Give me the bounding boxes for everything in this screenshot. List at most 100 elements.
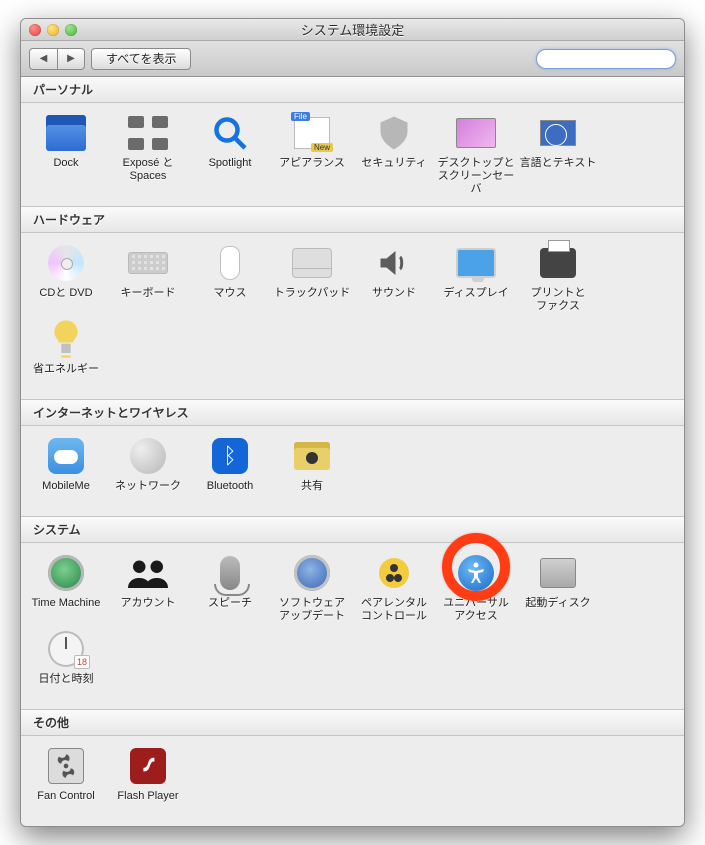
pref-label: Dock <box>25 157 107 183</box>
pref-label: トラックパッド <box>271 287 353 313</box>
keyboard-icon <box>128 243 168 283</box>
dock-icon <box>46 113 86 153</box>
pref-label: スピーチ <box>189 597 271 623</box>
accounts-icon <box>128 553 168 593</box>
desktop-icon <box>456 113 496 153</box>
printer-icon <box>538 243 578 283</box>
pref-label: キーボード <box>107 287 189 313</box>
pref-energy-saver[interactable]: 省エネルギー <box>25 313 107 389</box>
pref-label: セキュリティ <box>353 157 435 183</box>
section-personal-title: パーソナル <box>21 77 684 103</box>
nav-buttons: ◀ ▶ <box>29 48 85 70</box>
pref-mobileme[interactable]: MobileMe <box>25 430 107 506</box>
microphone-icon <box>210 553 250 593</box>
mouse-icon <box>210 243 250 283</box>
section-hardware: CDと DVD キーボード マウス トラックパッド サウンド ディスプレイ プリ… <box>21 233 684 399</box>
security-icon <box>374 113 414 153</box>
pref-desktop-screensaver[interactable]: デスクトップと スクリーンセーバ <box>435 107 517 196</box>
pref-label: Spotlight <box>189 157 271 183</box>
universal-access-icon <box>456 553 496 593</box>
pref-displays[interactable]: ディスプレイ <box>435 237 517 313</box>
mobileme-icon <box>46 436 86 476</box>
pref-label: アピアランス <box>271 157 353 183</box>
system-preferences-window: システム環境設定 ◀ ▶ すべてを表示 パーソナル Dock Exposé と … <box>20 18 685 827</box>
display-icon <box>456 243 496 283</box>
back-button[interactable]: ◀ <box>29 48 57 70</box>
bluetooth-icon: ᛒ <box>210 436 250 476</box>
toolbar: ◀ ▶ すべてを表示 <box>21 41 684 77</box>
pref-dock[interactable]: Dock <box>25 107 107 183</box>
pref-label: Time Machine <box>25 597 107 623</box>
section-system-title: システム <box>21 516 684 543</box>
pref-print-fax[interactable]: プリントと ファクス <box>517 237 599 313</box>
parental-icon <box>374 553 414 593</box>
pref-label: マウス <box>189 287 271 313</box>
search-input[interactable] <box>547 52 685 66</box>
pref-label: 言語とテキスト <box>517 157 599 183</box>
pref-language-text[interactable]: 言語とテキスト <box>517 107 599 183</box>
pref-label: ソフトウェア アップデート <box>271 597 353 623</box>
time-machine-icon <box>46 553 86 593</box>
pref-keyboard[interactable]: キーボード <box>107 237 189 313</box>
pref-label: Bluetooth <box>189 480 271 506</box>
pref-label: Fan Control <box>25 790 107 816</box>
pref-label: 省エネルギー <box>25 363 107 389</box>
window-title: システム環境設定 <box>21 20 684 39</box>
forward-button[interactable]: ▶ <box>57 48 85 70</box>
pref-label: ネットワーク <box>107 480 189 506</box>
pref-flash-player[interactable]: Flash Player <box>107 740 189 816</box>
sound-icon <box>374 243 414 283</box>
fan-icon <box>46 746 86 786</box>
section-system: Time Machine アカウント スピーチ ソフトウェア アップデート ペア… <box>21 543 684 709</box>
pref-label: ディスプレイ <box>435 287 517 313</box>
pref-label: プリントと ファクス <box>517 287 599 313</box>
trackpad-icon <box>292 243 332 283</box>
section-network-title: インターネットとワイヤレス <box>21 399 684 426</box>
pref-label: Flash Player <box>107 790 189 816</box>
pref-label: ユニバーサル アクセス <box>435 597 517 623</box>
cd-dvd-icon <box>46 243 86 283</box>
appearance-icon <box>292 113 332 153</box>
pref-label: CDと DVD <box>25 287 107 313</box>
network-icon <box>128 436 168 476</box>
pref-fan-control[interactable]: Fan Control <box>25 740 107 816</box>
pref-network[interactable]: ネットワーク <box>107 430 189 506</box>
pref-label: ペアレンタル コントロール <box>353 597 435 623</box>
search-field[interactable] <box>536 49 676 69</box>
pref-label: サウンド <box>353 287 435 313</box>
pref-spotlight[interactable]: Spotlight <box>189 107 271 183</box>
pref-expose-spaces[interactable]: Exposé と Spaces <box>107 107 189 183</box>
pref-label: MobileMe <box>25 480 107 506</box>
section-hardware-title: ハードウェア <box>21 206 684 233</box>
expose-icon <box>128 113 168 153</box>
pref-label: 共有 <box>271 480 353 506</box>
section-personal: Dock Exposé と Spaces Spotlight アピアランス セキ… <box>21 103 684 206</box>
section-other: Fan Control Flash Player <box>21 736 684 826</box>
pref-security[interactable]: セキュリティ <box>353 107 435 183</box>
pref-appearance[interactable]: アピアランス <box>271 107 353 183</box>
pref-bluetooth[interactable]: ᛒ Bluetooth <box>189 430 271 506</box>
pref-label: Exposé と Spaces <box>107 157 189 183</box>
lightbulb-icon <box>46 319 86 359</box>
pref-sound[interactable]: サウンド <box>353 237 435 313</box>
section-other-title: その他 <box>21 709 684 736</box>
show-all-button[interactable]: すべてを表示 <box>91 48 191 70</box>
sharing-icon <box>292 436 332 476</box>
pref-label: アカウント <box>107 597 189 623</box>
show-all-label: すべてを表示 <box>106 50 176 67</box>
startup-disk-icon <box>538 553 578 593</box>
pref-cds-dvds[interactable]: CDと DVD <box>25 237 107 313</box>
language-icon <box>538 113 578 153</box>
pref-label: 日付と時刻 <box>25 673 107 699</box>
section-network: MobileMe ネットワーク ᛒ Bluetooth 共有 <box>21 426 684 516</box>
clock-icon <box>46 629 86 669</box>
pref-trackpad[interactable]: トラックパッド <box>271 237 353 313</box>
titlebar[interactable]: システム環境設定 <box>21 19 684 41</box>
pref-mouse[interactable]: マウス <box>189 237 271 313</box>
spotlight-icon <box>210 113 250 153</box>
software-update-icon <box>292 553 332 593</box>
pref-date-time[interactable]: 日付と時刻 <box>25 623 107 699</box>
pref-label: 起動ディスク <box>517 597 599 623</box>
pref-sharing[interactable]: 共有 <box>271 430 353 506</box>
pref-label: デスクトップと スクリーンセーバ <box>435 157 517 196</box>
